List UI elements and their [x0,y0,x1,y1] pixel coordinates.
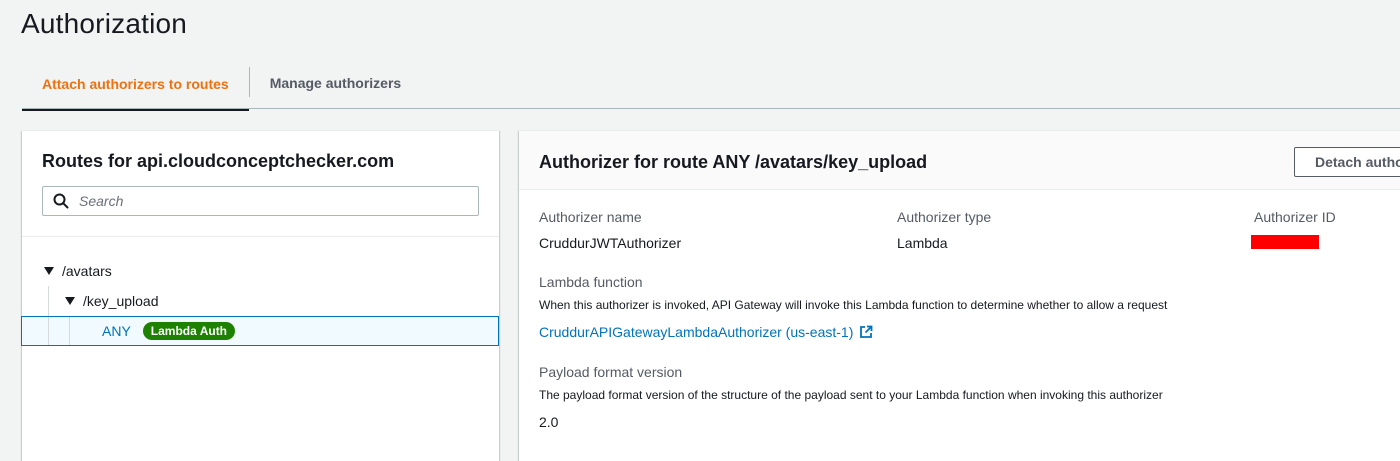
authorizer-id-field: Authorizer ID [1254,209,1336,225]
tabs-rule [22,108,1400,109]
external-link-icon [860,325,873,338]
route-any-row[interactable]: ANY Lambda Auth [21,316,499,346]
search-icon [53,193,69,209]
redacted-authorizer-id [1251,235,1319,249]
payload-format-field: Payload format version The payload forma… [539,364,1163,430]
lambda-function-field: Lambda function When this authorizer is … [539,274,1167,340]
search-box[interactable] [42,186,479,216]
route-method: ANY [102,323,131,339]
authorizer-panel-header: Authorizer for route ANY /avatars/key_up… [519,131,1400,190]
lambda-function-link-text: CruddurAPIGatewayLambdaAuthorizer (us-ea… [539,324,854,340]
tab-manage-authorizers[interactable]: Manage authorizers [250,58,421,107]
page-title: Authorization [21,8,188,39]
panel-separator [22,236,499,237]
tab-attach-authorizers[interactable]: Attach authorizers to routes [22,58,249,111]
authorizer-id-label: Authorizer ID [1254,209,1336,225]
tree-item-label: /avatars [62,263,112,279]
tree-item-label: /key_upload [83,293,159,309]
authorizer-panel: Authorizer for route ANY /avatars/key_up… [519,130,1400,461]
lambda-function-description: When this authorizer is invoked, API Gat… [539,298,1168,312]
authorizer-name-field: Authorizer name CruddurJWTAuthorizer [539,209,681,251]
authorizer-type-field: Authorizer type Lambda [897,209,991,251]
tree-guide-line [48,317,49,345]
payload-format-value: 2.0 [539,414,559,430]
payload-format-description: The payload format version of the struct… [539,388,1163,402]
caret-down-icon[interactable] [65,297,75,305]
caret-down-icon[interactable] [44,267,54,275]
detach-authorizer-button[interactable]: Detach authorizer [1294,147,1400,177]
authorizer-panel-title: Authorizer for route ANY /avatars/key_up… [539,152,928,172]
lambda-auth-badge: Lambda Auth [142,322,236,340]
tree-item-key-upload[interactable]: /key_upload [22,286,499,316]
authorizer-name-label: Authorizer name [539,209,642,225]
tree-guide-line [69,317,70,345]
lambda-function-label: Lambda function [539,274,643,290]
routes-panel: Routes for api.cloudconceptchecker.com /… [21,130,499,461]
search-input[interactable] [77,192,461,210]
authorizer-type-value: Lambda [897,235,948,251]
payload-format-label: Payload format version [539,364,683,380]
tab-bar: Attach authorizers to routes Manage auth… [22,58,421,111]
lambda-function-link[interactable]: CruddurAPIGatewayLambdaAuthorizer (us-ea… [539,324,873,340]
routes-panel-title: Routes for api.cloudconceptchecker.com [42,151,395,171]
authorizer-name-value: CruddurJWTAuthorizer [539,235,682,251]
tree-item-avatars[interactable]: /avatars [22,256,499,286]
authorizer-type-label: Authorizer type [897,209,992,225]
